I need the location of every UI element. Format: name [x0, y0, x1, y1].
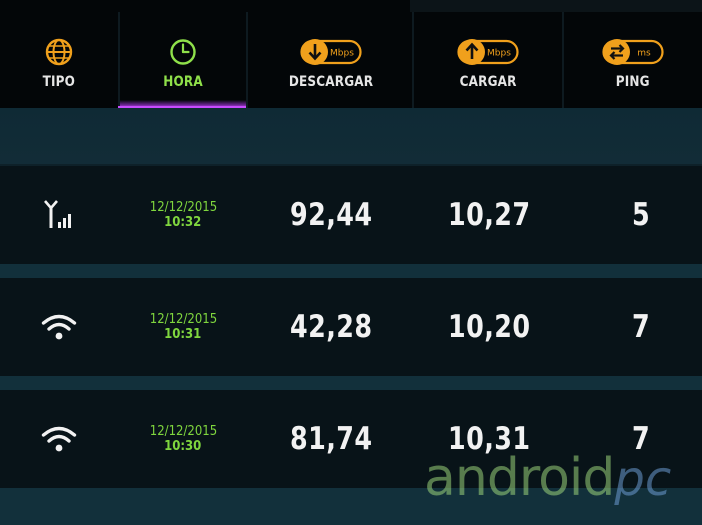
column-label-tipo: TIPO: [42, 74, 76, 90]
row-separator: [0, 376, 702, 390]
upload-unit-text: Mbps: [487, 49, 511, 59]
ping-ms-icon: ms: [602, 32, 664, 72]
column-label-descargar: DESCARGAR: [288, 74, 374, 90]
column-header-ping[interactable]: ms PING: [564, 12, 702, 108]
site-watermark: androidpc: [424, 448, 671, 518]
globe-icon: [44, 32, 74, 72]
column-header-descargar[interactable]: Mbps DESCARGAR: [248, 12, 414, 108]
result-row[interactable]: 12/12/2015 10:32 92,44 10,27 5: [0, 166, 702, 264]
column-header-cargar[interactable]: Mbps CARGAR: [414, 12, 562, 108]
download-value: 81,74: [289, 421, 373, 457]
result-time: 12/12/2015 10:32: [118, 166, 248, 264]
upload-value: 10,20: [447, 309, 531, 345]
result-time: 12/12/2015 10:30: [118, 390, 248, 488]
results-header: TIPO HORA Mbps DESCARGAR Mbps CARGAR ms …: [0, 0, 702, 108]
result-clock-text: 10:32: [164, 215, 202, 230]
download-value: 92,44: [289, 197, 373, 233]
download-unit-text: Mbps: [330, 49, 354, 59]
upload-value: 10,27: [447, 197, 531, 233]
row-separator: [0, 264, 702, 278]
result-row[interactable]: 12/12/2015 10:31 42,28 10,20 7: [0, 278, 702, 376]
watermark-accent-text: pc: [614, 451, 672, 507]
speedtest-history-screen: TIPO HORA Mbps DESCARGAR Mbps CARGAR ms …: [0, 0, 702, 525]
result-clock-text: 10:30: [164, 439, 202, 454]
result-date-text: 12/12/2015: [149, 424, 217, 439]
column-header-tipo[interactable]: TIPO: [0, 12, 118, 108]
wifi-icon: [20, 390, 98, 488]
header-top-strip: [410, 0, 702, 12]
column-label-cargar: CARGAR: [459, 74, 517, 90]
result-date-text: 12/12/2015: [149, 200, 217, 215]
upload-mbps-icon: Mbps: [457, 32, 519, 72]
result-clock-text: 10:31: [164, 327, 202, 342]
column-label-hora: HORA: [163, 74, 203, 90]
ping-value: 7: [631, 309, 651, 345]
result-date-text: 12/12/2015: [149, 312, 217, 327]
column-header-hora[interactable]: HORA: [120, 12, 246, 108]
ping-value: 5: [631, 197, 651, 233]
download-value: 42,28: [289, 309, 373, 345]
ping-unit-text: ms: [637, 49, 651, 59]
clock-icon: [168, 32, 198, 72]
header-band: [0, 108, 702, 164]
wifi-icon: [20, 278, 98, 376]
cellular-signal-icon: [20, 166, 98, 264]
column-label-ping: PING: [616, 74, 650, 90]
watermark-main-text: android: [424, 448, 615, 508]
download-mbps-icon: Mbps: [300, 32, 362, 72]
result-time: 12/12/2015 10:31: [118, 278, 248, 376]
